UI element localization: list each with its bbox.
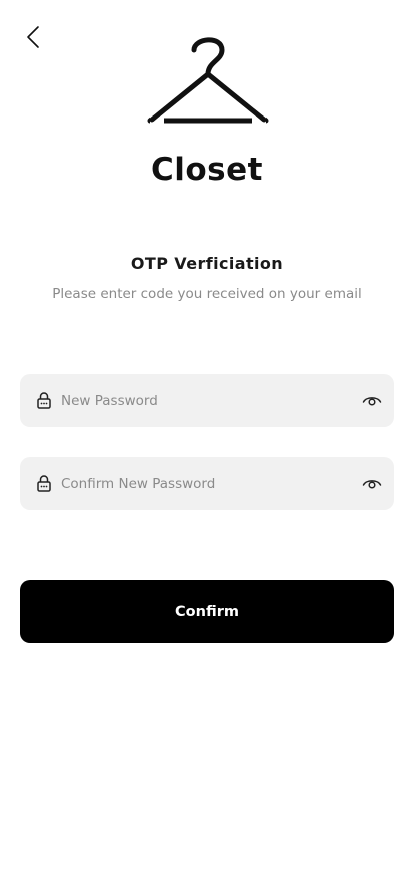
lock-icon (36, 392, 52, 410)
confirm-button-label: Confirm (175, 603, 239, 620)
confirm-password-input[interactable] (61, 468, 360, 499)
lock-icon (36, 475, 52, 493)
confirm-button[interactable]: Confirm (20, 580, 394, 643)
chevron-left-icon (27, 26, 39, 48)
eye-icon[interactable] (360, 472, 384, 496)
back-button[interactable] (16, 20, 50, 54)
new-password-field (20, 374, 394, 427)
page-subtitle: Please enter code you received on your e… (52, 286, 362, 302)
confirm-password-field (20, 457, 394, 510)
eye-icon[interactable] (360, 389, 384, 413)
brand-name: Closet (151, 152, 263, 188)
hanger-icon (147, 37, 269, 126)
new-password-input[interactable] (61, 385, 360, 416)
page-title: OTP Verficiation (130, 254, 284, 273)
